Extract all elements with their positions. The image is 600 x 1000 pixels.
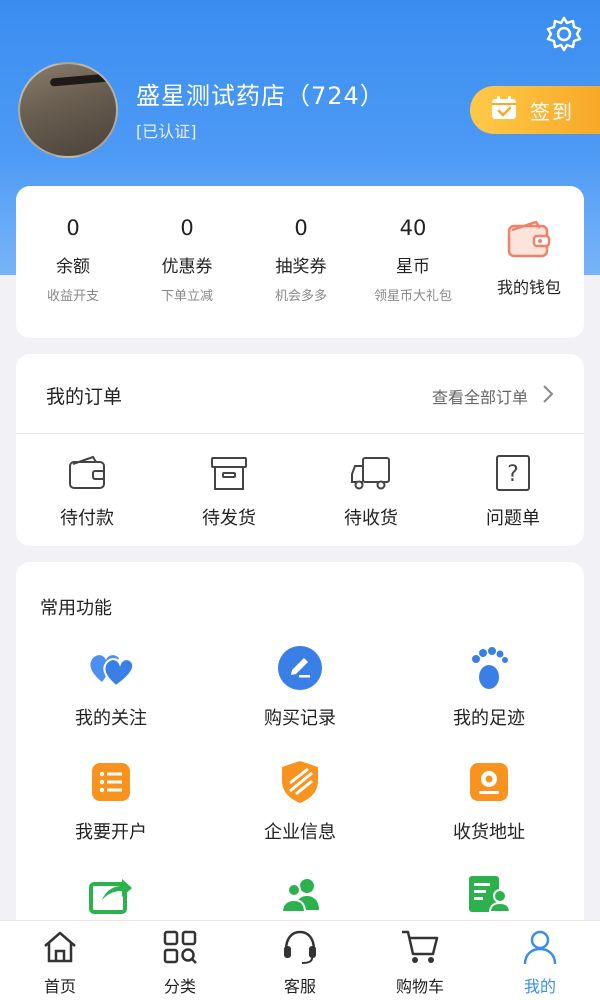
stat-sub: 领星币大礼包: [373, 289, 452, 304]
headset-icon: [240, 927, 360, 967]
my-wallet-button[interactable]: 我的钱包: [474, 186, 584, 298]
edit-icon: [205, 644, 395, 692]
wallet-icon: [16, 454, 158, 494]
share-icon: [16, 870, 206, 918]
tab-category[interactable]: 分类: [120, 927, 240, 997]
tab-label: 客服: [283, 977, 316, 996]
document-user-icon: [394, 870, 584, 918]
stat-balance[interactable]: 0 余额 收益开支: [16, 186, 130, 304]
func-purchase-history[interactable]: 购买记录: [205, 644, 395, 730]
checkin-label: 签到: [530, 99, 574, 124]
func-label: 我的关注: [75, 708, 147, 729]
box-icon: [158, 454, 300, 494]
func-label: 企业信息: [264, 822, 336, 843]
truck-icon: [300, 454, 442, 494]
view-all-orders-link[interactable]: 查看全部订单: [432, 384, 554, 408]
stat-lottery[interactable]: 0 抽奖券 机会多多: [244, 186, 358, 304]
func-label: 我要开户: [75, 822, 147, 843]
tab-customer-service[interactable]: 客服: [240, 927, 360, 997]
order-label: 待付款: [60, 508, 114, 529]
users-icon: [205, 870, 395, 918]
wallet-icon: [474, 220, 584, 260]
calendar-check-icon: [490, 95, 518, 125]
question-icon: ?: [442, 454, 584, 494]
func-open-account[interactable]: 我要开户: [16, 758, 206, 844]
bottom-tab-bar: 首页 分类 客服 购物车 我的: [0, 920, 600, 1000]
cart-icon: [360, 927, 480, 967]
stat-name: 抽奖券: [275, 257, 327, 277]
tab-label: 购物车: [395, 977, 444, 996]
stat-sub: 机会多多: [274, 289, 327, 304]
hearts-icon: [16, 644, 206, 692]
stat-name: 星币: [396, 257, 430, 277]
func-label: 收货地址: [453, 822, 525, 843]
user-icon: [480, 927, 600, 967]
stat-sub: 收益开支: [46, 289, 99, 304]
list-icon: [16, 758, 206, 806]
func-company-info[interactable]: 企业信息: [205, 758, 395, 844]
order-label: 待收货: [344, 508, 398, 529]
stat-name: 余额: [56, 257, 90, 277]
stat-coupons[interactable]: 0 优惠券 下单立减: [130, 186, 244, 304]
tab-label: 分类: [163, 977, 196, 996]
stat-star-coins[interactable]: 40 星币 领星币大礼包: [356, 186, 470, 304]
orders-title: 我的订单: [46, 386, 123, 408]
verified-badge: [已认证]: [136, 122, 197, 141]
common-functions-card: 常用功能 我的关注 购买记录 我的足迹 我要开户 企业信息 收货地址: [16, 562, 584, 942]
home-icon: [0, 927, 120, 967]
tab-label: 我的: [523, 977, 556, 996]
order-label: 待发货: [202, 508, 256, 529]
order-pending-payment[interactable]: 待付款: [16, 454, 158, 530]
footprint-icon: [394, 644, 584, 692]
func-contacts[interactable]: [205, 870, 395, 918]
svg-text:?: ?: [507, 462, 519, 487]
orders-header: 我的订单 查看全部订单: [16, 354, 584, 434]
order-label: 问题单: [486, 508, 540, 529]
tab-home[interactable]: 首页: [0, 927, 120, 997]
func-label: 购买记录: [264, 708, 336, 729]
stat-name: 优惠券: [161, 257, 213, 277]
location-icon: [394, 758, 584, 806]
settings-gear-icon[interactable]: [544, 14, 584, 54]
order-problem[interactable]: ? 问题单: [442, 454, 584, 530]
func-shipping-address[interactable]: 收货地址: [394, 758, 584, 844]
func-my-follows[interactable]: 我的关注: [16, 644, 206, 730]
orders-card: 我的订单 查看全部订单 待付款 待发货 待收货 ? 问题单: [16, 354, 584, 546]
functions-title: 常用功能: [40, 598, 112, 619]
order-pending-shipment[interactable]: 待发货: [158, 454, 300, 530]
tab-cart[interactable]: 购物车: [360, 927, 480, 997]
tab-mine[interactable]: 我的: [480, 927, 600, 997]
stat-value: 40: [399, 216, 427, 240]
assets-card: 0 余额 收益开支 0 优惠券 下单立减 0 抽奖券 机会多多 40 星币 领星…: [16, 186, 584, 338]
func-label: 我的足迹: [453, 708, 525, 729]
order-pending-receipt[interactable]: 待收货: [300, 454, 442, 530]
stat-value: 0: [180, 216, 194, 240]
view-all-label: 查看全部订单: [431, 388, 528, 407]
wallet-label: 我的钱包: [496, 278, 561, 297]
avatar[interactable]: [18, 62, 118, 158]
func-documents[interactable]: [394, 870, 584, 918]
tab-label: 首页: [43, 977, 76, 996]
checkin-button[interactable]: 签到: [470, 86, 600, 134]
func-share[interactable]: [16, 870, 206, 918]
category-icon: [120, 927, 240, 967]
shop-name: 盛星测试药店（724）: [136, 82, 385, 110]
func-my-footprints[interactable]: 我的足迹: [394, 644, 584, 730]
shield-icon: [205, 758, 395, 806]
stat-value: 0: [66, 216, 80, 240]
stat-sub: 下单立减: [160, 289, 213, 304]
stat-value: 0: [294, 216, 308, 240]
chevron-right-icon: [542, 384, 554, 408]
